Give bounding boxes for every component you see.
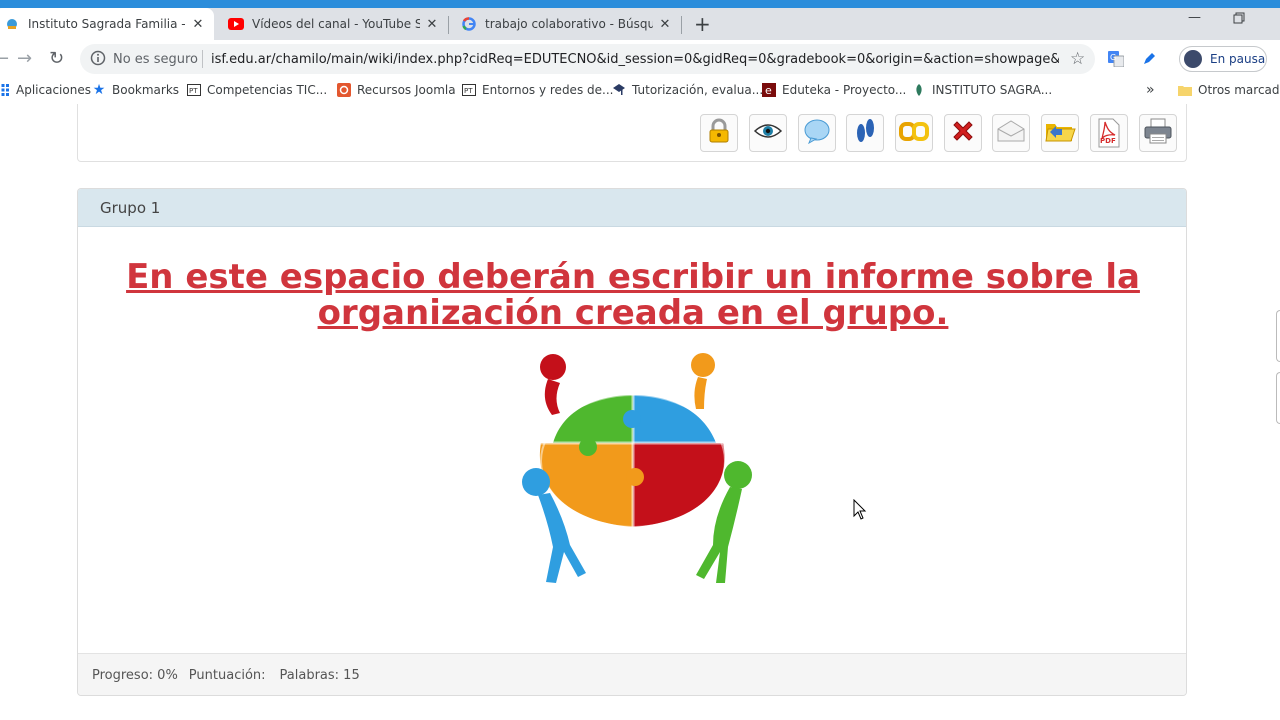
bookmark-instituto[interactable]: INSTITUTO SAGRA... <box>912 82 1052 98</box>
bookmark-label: Aplicaciones <box>16 83 91 97</box>
wiki-page-panel: Grupo 1 En este espacio deberán escribir… <box>77 188 1187 696</box>
lock-button[interactable] <box>700 114 738 152</box>
comment-icon <box>803 118 831 148</box>
info-icon[interactable] <box>90 50 106 66</box>
bookmark-label: Competencias TIC... <box>207 83 328 97</box>
delete-button[interactable] <box>944 114 982 152</box>
pt-icon: PT <box>462 83 476 97</box>
close-tab-icon[interactable]: ✕ <box>657 16 673 32</box>
translate-extension-icon[interactable]: G <box>1108 51 1125 68</box>
back-arrow-icon[interactable]: ← <box>0 48 9 69</box>
bookmark-label: Recursos Joomla <box>357 83 456 97</box>
links-icon <box>899 120 929 146</box>
tab-google-search[interactable]: trabajo colaborativo - Búsqueda ✕ <box>451 8 681 40</box>
bookmark-bookmarks[interactable]: ★ Bookmarks <box>92 82 179 98</box>
tab-separator <box>681 16 682 34</box>
bookmark-recursos-joomla[interactable]: Recursos Joomla <box>337 82 456 98</box>
tab-label: Vídeos del canal - YouTube Studio <box>252 17 420 31</box>
lock-icon <box>706 118 732 148</box>
mouse-pointer-icon <box>853 498 867 521</box>
joomla-icon <box>337 83 351 97</box>
printer-icon <box>1143 117 1173 149</box>
tab-label: Instituto Sagrada Familia -Cosquí <box>28 17 186 31</box>
footprints-icon <box>853 117 877 149</box>
svg-text:e: e <box>765 84 772 97</box>
bookmark-label: Otros marcadores <box>1198 83 1280 97</box>
links-button[interactable] <box>895 114 933 152</box>
bookmark-label: Tutorización, evalua... <box>632 83 764 97</box>
reload-icon[interactable]: ↻ <box>49 48 64 69</box>
discuss-button[interactable] <box>798 114 836 152</box>
panel-header: Grupo 1 <box>78 189 1186 227</box>
tab-youtube-studio[interactable]: Vídeos del canal - YouTube Studio ✕ <box>218 8 448 40</box>
window-top-strip <box>0 0 1280 8</box>
new-tab-button[interactable]: + <box>694 14 711 34</box>
tab-label: trabajo colaborativo - Búsqueda <box>485 17 653 31</box>
score-text: Puntuación: <box>188 668 266 683</box>
other-bookmarks-folder[interactable]: Otros marcadores <box>1178 82 1280 98</box>
bookmark-aplicaciones[interactable]: Aplicaciones <box>0 82 91 98</box>
profile-paused-button[interactable]: En pausa <box>1179 46 1267 72</box>
folder-icon <box>1044 118 1076 148</box>
puzzle-team-illustration <box>508 347 758 592</box>
print-button[interactable] <box>1139 114 1177 152</box>
bookmark-label: INSTITUTO SAGRA... <box>932 83 1053 97</box>
history-button[interactable] <box>846 114 884 152</box>
bookmark-tutorizacion[interactable]: Tutorización, evalua... <box>612 82 763 98</box>
panel-footer: Progreso: 0% Puntuación: Palabras: 15 <box>78 653 1186 695</box>
pdf-label: PDF <box>1100 137 1116 145</box>
minimize-icon[interactable]: — <box>1188 10 1201 25</box>
side-tab-1[interactable] <box>1276 310 1280 362</box>
bookmark-competencias[interactable]: PT Competencias TIC... <box>187 82 327 98</box>
profile-status-label: En pausa <box>1210 52 1266 66</box>
svg-text:G: G <box>1110 53 1116 62</box>
google-favicon-icon <box>461 16 477 32</box>
avatar <box>1184 50 1202 68</box>
bookmark-entornos[interactable]: PT Entornos y redes de... <box>462 82 613 98</box>
notify-button[interactable] <box>992 114 1030 152</box>
forward-arrow-icon[interactable]: → <box>17 48 32 69</box>
tab-separator <box>448 16 449 34</box>
eye-icon <box>753 121 783 145</box>
pt-icon: PT <box>187 83 201 97</box>
more-bookmarks-button[interactable]: » <box>1146 82 1155 98</box>
bookmark-label: Eduteka - Proyecto... <box>782 83 907 97</box>
bookmark-label: Entornos y redes de... <box>482 83 614 97</box>
cap-icon <box>612 83 626 97</box>
bookmark-eduteka[interactable]: e Eduteka - Proyecto... <box>762 82 906 98</box>
youtube-favicon-icon <box>228 16 244 32</box>
bookmark-star-icon[interactable]: ☆ <box>1070 49 1085 69</box>
folder-icon <box>1178 83 1192 97</box>
group-title: Grupo 1 <box>100 199 161 217</box>
institute-icon <box>912 83 926 97</box>
visibility-button[interactable] <box>749 114 787 152</box>
close-tab-icon[interactable]: ✕ <box>190 16 206 32</box>
delete-icon <box>950 118 976 148</box>
progress-text: Progreso: 0% <box>92 668 178 683</box>
pen-extension-icon[interactable] <box>1141 51 1157 67</box>
apps-grid-icon <box>0 83 10 97</box>
restore-icon[interactable] <box>1233 12 1245 28</box>
address-divider <box>202 50 203 68</box>
pdf-button[interactable]: PDF <box>1090 114 1128 152</box>
svg-text:PT: PT <box>464 87 473 95</box>
svg-text:PT: PT <box>189 87 198 95</box>
url-text[interactable]: isf.edu.ar/chamilo/main/wiki/index.php?c… <box>211 52 1059 67</box>
page-heading: En este espacio deberán escribir un info… <box>126 257 1140 333</box>
pdf-icon: PDF <box>1097 118 1121 148</box>
institute-favicon-icon <box>4 16 20 32</box>
close-tab-icon[interactable]: ✕ <box>424 16 440 32</box>
envelope-icon <box>996 119 1026 147</box>
bookmark-label: Bookmarks <box>112 83 180 97</box>
tab-instituto[interactable]: Instituto Sagrada Familia -Cosquí ✕ <box>0 8 214 40</box>
star-icon: ★ <box>92 82 106 98</box>
word-count-text: Palabras: 15 <box>279 668 360 683</box>
eduteka-icon: e <box>762 83 776 97</box>
export-button[interactable] <box>1041 114 1079 152</box>
side-tab-2[interactable] <box>1276 372 1280 424</box>
security-status[interactable]: No es seguro <box>113 52 198 67</box>
